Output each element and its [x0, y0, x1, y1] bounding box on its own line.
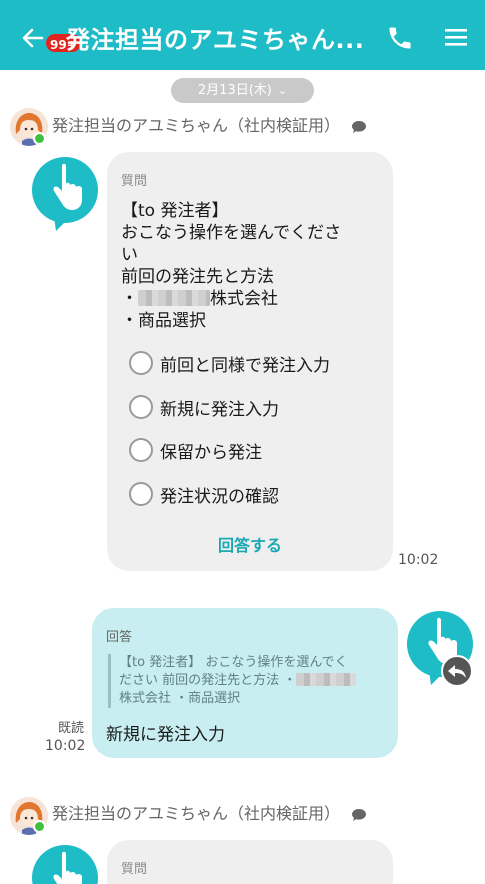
reply-time: 10:02 [45, 738, 86, 754]
option-label: 保留から発注 [160, 442, 262, 463]
page-title: 発注担当のアユミちゃん... [66, 26, 365, 54]
chat-bubble-icon [352, 808, 367, 821]
option-label: 発注状況の確認 [160, 486, 279, 507]
bot-avatar [32, 845, 98, 884]
question-label: 質問 [121, 174, 148, 189]
online-indicator [33, 132, 46, 145]
option-radio[interactable]: 発注状況の確認 [129, 479, 279, 509]
question-label: 質問 [121, 862, 148, 877]
radio-button[interactable] [129, 438, 153, 462]
sender-name-label: 発注担当のアユミちゃん（社内検証用） [52, 116, 341, 135]
read-status: 既読 [58, 721, 85, 736]
radio-button[interactable] [129, 351, 153, 375]
quoted-question: 【to 発注者】 おこなう操作を選んでく ださい 前回の発注先と方法 ・ 株式会… [108, 654, 380, 708]
app-header: 99+ 発注担当のアユミちゃん... [0, 0, 485, 70]
sender-name: 発注担当のアユミちゃん（社内検証用） [52, 112, 367, 136]
pointing-hand-icon [53, 163, 82, 231]
chat-bubble-icon [352, 120, 367, 133]
pointing-hand-icon [53, 851, 82, 884]
quote-line: 株式会社 ・商品選択 [119, 691, 241, 706]
company-suffix: 株式会社 [210, 289, 278, 309]
question-line: 【to 発注者】 [121, 201, 229, 221]
menu-button[interactable] [443, 26, 469, 48]
radio-button[interactable] [129, 395, 153, 419]
phone-button[interactable] [386, 24, 414, 52]
question-bubble: 質問 [107, 840, 393, 884]
question-bubble: 質問 【to 発注者】 おこなう操作を選んでくださ い 前回の発注先と方法 ・ 株… [107, 152, 393, 571]
question-text: 【to 発注者】 おこなう操作を選んでくださ い 前回の発注先と方法 ・ 株式会社… [121, 200, 381, 332]
reply-bubble: 回答 【to 発注者】 おこなう操作を選んでく ださい 前回の発注先と方法 ・ … [92, 608, 398, 758]
redacted-text [296, 673, 357, 686]
online-indicator [33, 820, 46, 833]
question-line: い [121, 245, 138, 265]
sender-name-label: 発注担当のアユミちゃん（社内検証用） [52, 804, 341, 823]
bullet: ・ [121, 289, 138, 309]
reply-badge [441, 655, 473, 687]
message-time: 10:02 [398, 552, 439, 568]
quote-text: ださい 前回の発注先と方法 ・ [119, 673, 297, 688]
back-button[interactable]: 99+ [14, 20, 83, 54]
option-radio[interactable]: 保留から発注 [129, 435, 262, 465]
company-line: ・ 株式会社 [121, 288, 381, 310]
option-radio[interactable]: 新規に発注入力 [129, 392, 279, 422]
option-label: 新規に発注入力 [160, 399, 279, 420]
option-label: 前回と同様で発注入力 [160, 355, 330, 376]
option-radio[interactable]: 前回と同様で発注入力 [129, 348, 330, 378]
redacted-text [138, 290, 210, 306]
bot-avatar [32, 157, 98, 231]
reply-label: 回答 [106, 630, 133, 645]
answer-button[interactable]: 回答する [107, 532, 393, 556]
quote-line: ださい 前回の発注先と方法 ・ [119, 672, 380, 690]
chevron-down-icon: ⌄ [277, 84, 288, 97]
date-label: 2月13日(木) [197, 83, 272, 98]
question-line: 前回の発注先と方法 [121, 267, 274, 287]
question-line: おこなう操作を選んでくださ [121, 223, 342, 243]
back-arrow-icon [22, 28, 44, 48]
menu-icon [445, 29, 467, 46]
quote-line: 【to 発注者】 おこなう操作を選んでく [119, 655, 348, 670]
date-separator[interactable]: 2月13日(木) ⌄ [171, 78, 314, 103]
reply-icon [448, 665, 466, 678]
reply-answer: 新規に発注入力 [106, 725, 225, 745]
sender-name: 発注担当のアユミちゃん（社内検証用） [52, 800, 367, 824]
question-line: ・商品選択 [121, 311, 206, 331]
radio-button[interactable] [129, 482, 153, 506]
phone-icon [389, 27, 411, 49]
